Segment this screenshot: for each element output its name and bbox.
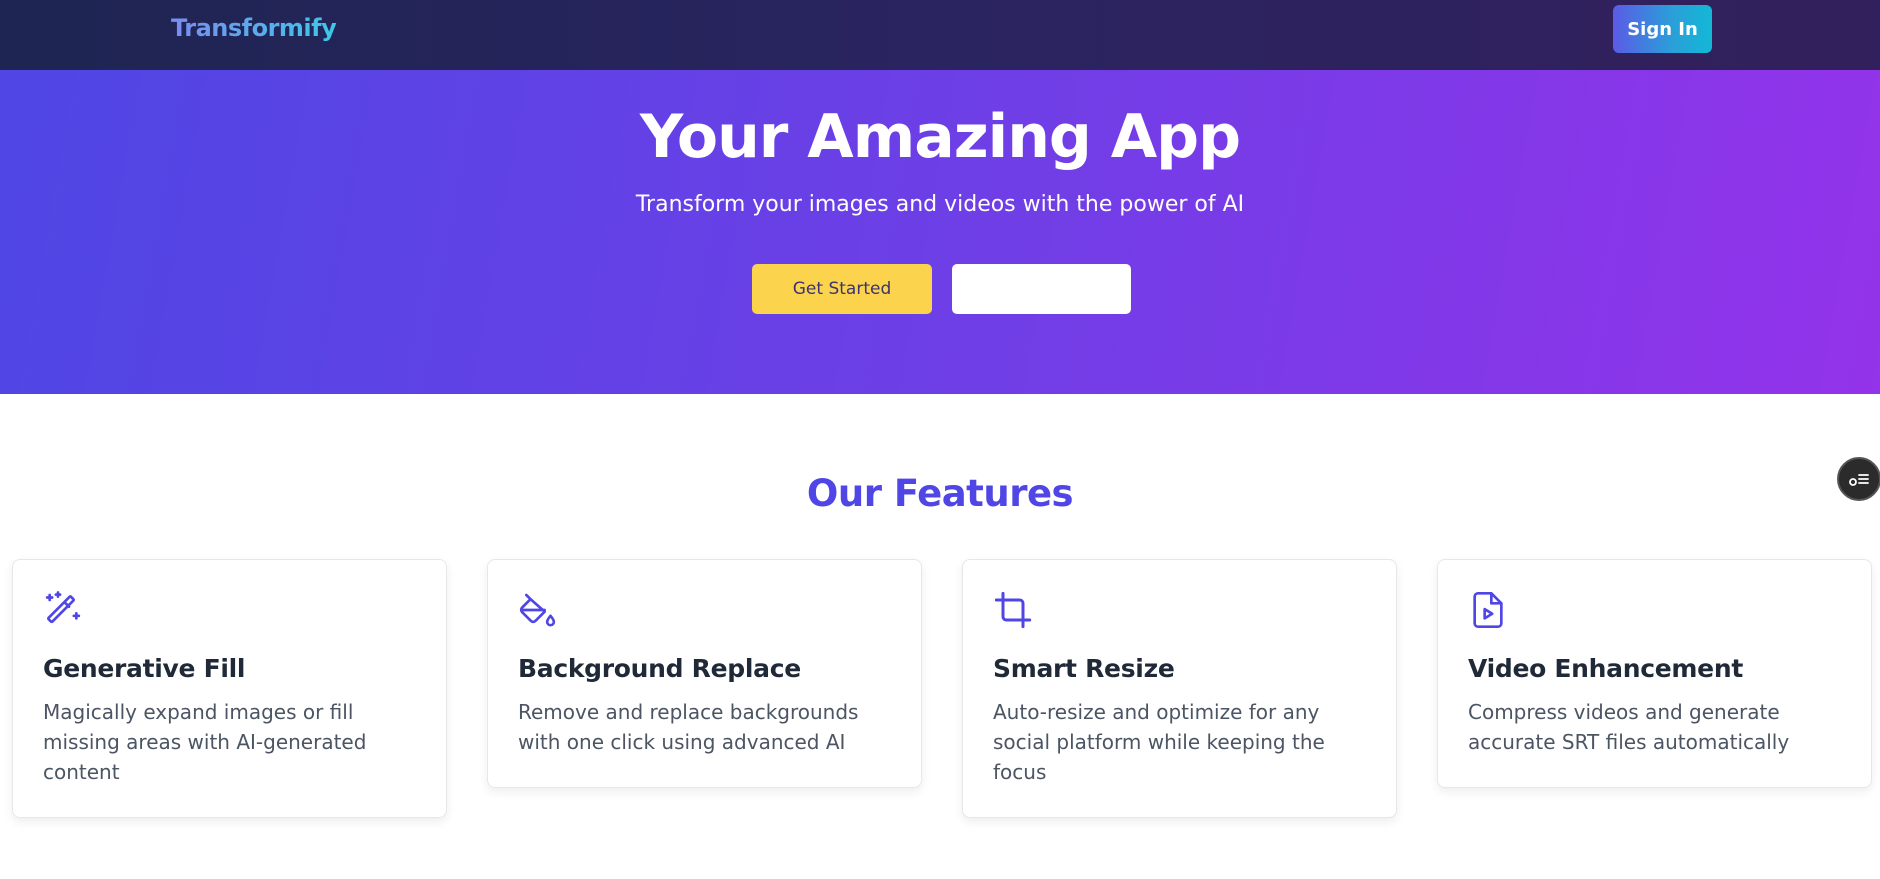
settings-list-icon — [1849, 474, 1869, 486]
navbar: Transformify Sign In — [0, 0, 1880, 70]
feature-title: Generative Fill — [43, 654, 246, 683]
feature-description: Auto-resize and optimize for any social … — [993, 700, 1325, 784]
feature-description: Remove and replace backgrounds with one … — [518, 700, 859, 754]
get-started-button[interactable]: Get Started — [752, 264, 932, 314]
feature-card-video-enhancement: Video Enhancement Compress videos and ge… — [1437, 559, 1872, 788]
feature-title: Video Enhancement — [1468, 654, 1743, 683]
secondary-hero-button[interactable] — [952, 264, 1131, 314]
feature-title: Smart Resize — [993, 654, 1175, 683]
crop-icon — [993, 590, 1033, 630]
hero-title: Your Amazing App — [639, 102, 1241, 172]
magic-wand-icon — [43, 590, 83, 630]
hero-section: Your Amazing App Transform your images a… — [0, 70, 1880, 394]
floating-menu-button[interactable] — [1837, 457, 1880, 501]
hero-subtitle: Transform your images and videos with th… — [635, 192, 1245, 217]
video-file-icon — [1468, 590, 1508, 630]
features-title: Our Features — [806, 472, 1074, 515]
feature-card-background-replace: Background Replace Remove and replace ba… — [487, 559, 922, 788]
feature-card-smart-resize: Smart Resize Auto-resize and optimize fo… — [962, 559, 1397, 818]
feature-description: Compress videos and generate accurate SR… — [1468, 700, 1790, 754]
feature-title: Background Replace — [518, 654, 801, 683]
sign-in-button[interactable]: Sign In — [1613, 5, 1712, 53]
paint-bucket-icon — [518, 590, 558, 630]
brand-logo[interactable]: Transformify — [171, 14, 337, 42]
feature-description: Magically expand images or fill missing … — [43, 700, 367, 784]
feature-card-generative-fill: Generative Fill Magically expand images … — [12, 559, 447, 818]
